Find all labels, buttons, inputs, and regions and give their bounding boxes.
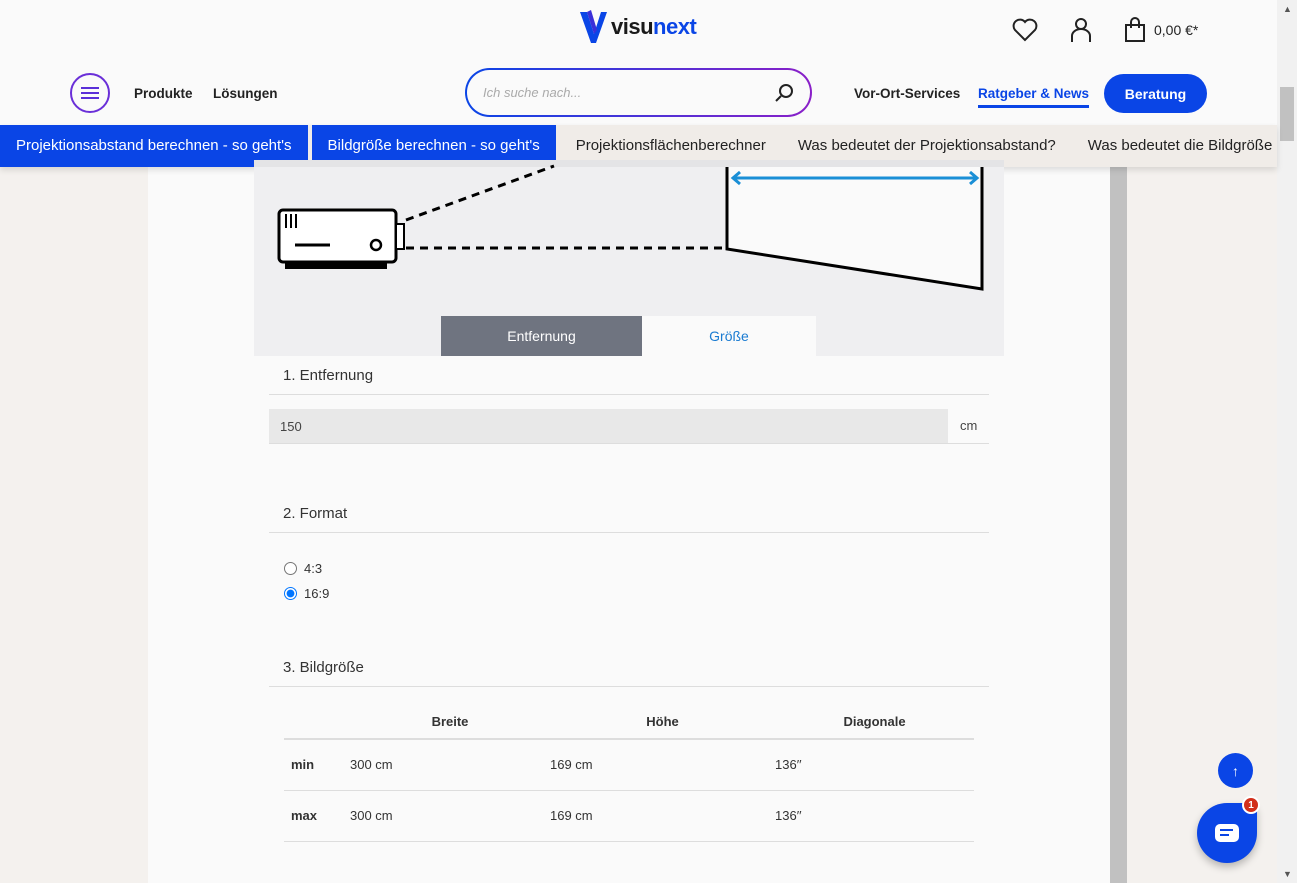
table-row: min 300 cm 169 cm 136′′ xyxy=(284,739,974,791)
logo-text: visunext xyxy=(611,14,697,39)
hamburger-icon xyxy=(81,87,99,99)
distance-field: cm xyxy=(269,409,989,444)
cell-height: 169 cm xyxy=(550,790,775,842)
inner-scrollbar[interactable] xyxy=(1110,160,1127,883)
cart-total: 0,00 €* xyxy=(1154,22,1199,38)
scroll-up-icon[interactable]: ▲ xyxy=(1283,4,1292,14)
calculator-tabs: Entfernung Größe xyxy=(441,316,816,356)
user-icon[interactable] xyxy=(1070,17,1092,43)
search-input[interactable] xyxy=(483,85,774,100)
row-label: max xyxy=(284,790,350,842)
nav-ratgeber-news[interactable]: Ratgeber & News xyxy=(978,86,1090,108)
anchor-link[interactable]: Was bedeutet die Bildgröße xyxy=(1072,125,1277,167)
cell-diagonal: 136′′ xyxy=(775,739,974,791)
table-header-row: Breite Höhe Diagonale xyxy=(284,704,974,740)
scroll-thumb[interactable] xyxy=(1280,87,1294,141)
format-option-16-9[interactable]: 16:9 xyxy=(284,586,329,601)
tab-groesse[interactable]: Größe xyxy=(642,316,816,356)
logo-icon xyxy=(580,10,607,43)
column-header xyxy=(284,704,350,740)
menu-button[interactable] xyxy=(70,73,110,113)
search-box xyxy=(465,68,812,117)
section-title: 1. Entfernung xyxy=(269,367,989,395)
size-table: Breite Höhe Diagonale min 300 cm 169 cm … xyxy=(284,704,974,842)
distance-input[interactable] xyxy=(269,409,948,443)
cell-width: 300 cm xyxy=(350,739,550,791)
cart-button[interactable]: 0,00 €* xyxy=(1124,17,1198,43)
nav-vor-ort-services[interactable]: Vor-Ort-Services xyxy=(854,86,960,101)
radio-label: 4:3 xyxy=(304,561,323,576)
cell-width: 300 cm xyxy=(350,790,550,842)
nav-produkte[interactable]: Produkte xyxy=(134,86,193,101)
section-title: 3. Bildgröße xyxy=(269,659,989,687)
scroll-down-icon[interactable]: ▼ xyxy=(1283,869,1292,879)
row-label: min xyxy=(284,739,350,791)
radio-label: 16:9 xyxy=(304,586,330,601)
chat-icon xyxy=(1215,824,1239,842)
scroll-to-top-button[interactable]: ↑ xyxy=(1218,753,1253,788)
format-option-4-3[interactable]: 4:3 xyxy=(284,561,322,576)
tab-entfernung[interactable]: Entfernung xyxy=(441,316,642,356)
nav-loesungen[interactable]: Lösungen xyxy=(213,86,278,101)
column-header: Diagonale xyxy=(775,704,974,740)
beratung-button[interactable]: Beratung xyxy=(1104,74,1207,113)
distance-unit: cm xyxy=(960,418,978,433)
table-row: max 300 cm 169 cm 136′′ xyxy=(284,790,974,842)
radio-4-3[interactable] xyxy=(284,562,297,575)
heart-icon[interactable] xyxy=(1012,18,1038,42)
shopping-bag-icon xyxy=(1125,17,1145,42)
column-header: Breite xyxy=(350,704,550,740)
site-header: visunext 0,00 €* Produkte Lösungen Vor-O… xyxy=(0,0,1277,125)
search-icon[interactable] xyxy=(774,83,794,103)
radio-16-9[interactable] xyxy=(284,587,297,600)
column-header: Höhe xyxy=(550,704,775,740)
cell-diagonal: 136′′ xyxy=(775,790,974,842)
chat-notification-badge: 1 xyxy=(1242,796,1260,814)
arrow-up-icon: ↑ xyxy=(1232,762,1239,779)
logo[interactable]: visunext xyxy=(579,10,697,44)
cell-height: 169 cm xyxy=(550,739,775,791)
browser-scrollbar[interactable]: ▲ ▼ xyxy=(1277,0,1297,883)
section-title: 2. Format xyxy=(269,505,989,533)
